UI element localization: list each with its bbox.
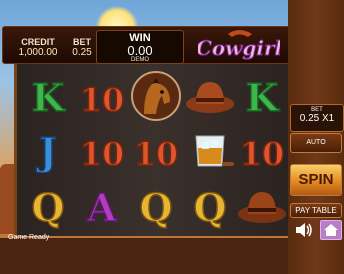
reel-1-row-2: J [21,122,75,178]
J-symbol: J [35,128,57,173]
credit-meter: CREDIT 1,000.00 [9,37,67,58]
A-symbol: A [86,184,119,229]
Q-symbol: Q [193,184,228,229]
whiskey-glass-symbol [195,135,234,167]
Q-symbol-text: Q [31,185,64,229]
K-symbol-text: K [31,75,66,119]
reel-3-row-2: 10 [129,122,183,178]
spin-button[interactable]: SPIN [290,164,342,196]
cowboy-hat-symbol [186,82,234,113]
reel-3-row-3: Q [129,178,183,234]
reel-area: K 10 K J 10 10 10 Q A Q Q [14,64,292,236]
reel-1-row-1: K [21,68,75,124]
paytable-button[interactable]: PAY TABLE [290,203,342,218]
reel-2-row-1: 10 [75,68,129,124]
status-text: Game Ready [8,234,50,241]
ten-symbol-text: 10 [240,135,285,173]
K-symbol: K [245,74,282,119]
reel-5-row-1: K [235,68,289,124]
ten-symbol: 10 [133,134,179,173]
reel-3-row-1 [129,68,183,124]
sound-icon[interactable] [294,222,314,238]
home-button[interactable] [320,220,342,240]
reel-2-row-3: A [75,178,129,234]
Q-symbol: Q [139,184,174,229]
ten-symbol: 10 [79,80,125,119]
cowboy-boot-hat-symbol [238,192,286,223]
reel-4-row-1 [183,68,237,124]
auto-button[interactable]: AUTO [290,133,342,153]
horse-symbol [131,71,181,121]
home-icon [324,224,338,236]
credit-label: CREDIT [21,37,55,47]
reel-5-row-3 [235,178,289,234]
A-symbol-text: A [86,185,117,229]
bet-meter: BET 0.25 [69,37,95,58]
reel-4-row-3: Q [183,178,237,234]
reel-4-row-2 [183,122,237,178]
bet-label: BET [73,37,91,47]
ten-symbol-text: 10 [80,81,125,119]
ten-symbol: 10 [239,134,285,173]
ten-symbol-text: 10 [134,135,179,173]
credit-value: 1,000.00 [18,47,58,58]
Q-symbol-text: Q [139,185,172,229]
reel-5-row-2: 10 [235,122,289,178]
bottom-bar [0,238,288,274]
bet-selector[interactable]: BET 0.25 X1 [290,104,344,132]
Q-symbol: Q [31,184,66,229]
win-meter: WIN 0.00 DEMO [96,30,184,64]
reel-1-row-3: Q [21,178,75,234]
reel-2-row-2: 10 [75,122,129,178]
ten-symbol-text: 10 [80,135,125,173]
Q-symbol-text: Q [193,185,226,229]
ten-symbol: 10 [79,134,125,173]
K-symbol: K [31,74,68,119]
bet-selector-value: 0.25 X1 [299,113,335,124]
demo-label: DEMO [131,57,149,63]
logo-text: Cowgirl [198,36,280,60]
K-symbol-text: K [245,75,280,119]
win-value: 0.00 [127,43,153,58]
bet-value: 0.25 [72,47,92,58]
cowgirl-logo: Cowgirl [198,30,280,61]
J-symbol-text: J [36,129,57,173]
